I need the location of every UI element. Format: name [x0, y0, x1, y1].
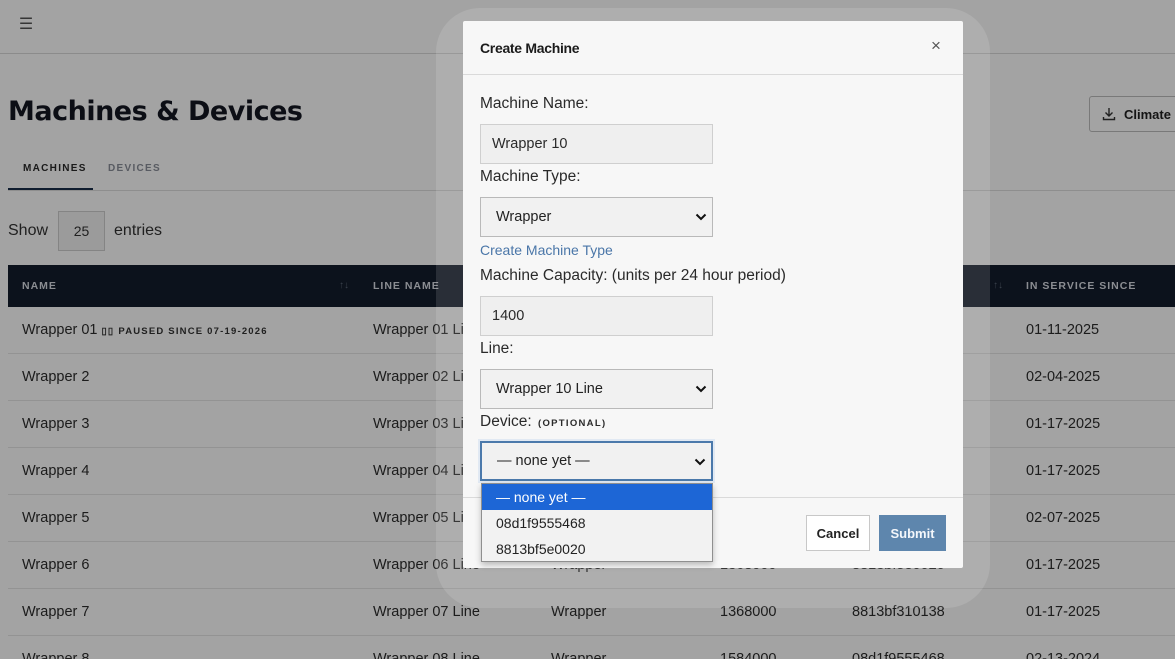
dropdown-option-device[interactable]: 8813bf5e0020: [482, 536, 712, 562]
line-select[interactable]: Wrapper 10 Line: [480, 369, 713, 409]
machine-name-label: Machine Name:: [480, 95, 589, 112]
machine-type-label: Machine Type:: [480, 168, 581, 185]
cancel-button[interactable]: Cancel: [806, 515, 870, 551]
machine-type-select[interactable]: Wrapper: [480, 197, 713, 237]
machine-name-input[interactable]: Wrapper 10: [480, 124, 713, 164]
capacity-input[interactable]: 1400: [480, 296, 713, 336]
device-select[interactable]: — none yet —: [478, 439, 715, 483]
chevron-down-icon: [695, 385, 707, 393]
chevron-down-icon: [695, 213, 707, 221]
close-icon[interactable]: ×: [931, 37, 941, 54]
device-dropdown-list: — none yet — 08d1f9555468 8813bf5e0020: [481, 483, 713, 562]
device-label-text: Device:: [480, 413, 532, 430]
machine-type-value: Wrapper: [496, 209, 552, 225]
line-label: Line:: [480, 340, 514, 357]
device-value: — none yet —: [497, 453, 590, 469]
create-machine-type-link[interactable]: Create Machine Type: [480, 242, 613, 258]
submit-button[interactable]: Submit: [879, 515, 946, 551]
dropdown-option-none[interactable]: — none yet —: [482, 484, 712, 510]
chevron-down-icon: [694, 458, 706, 466]
device-label: Device: (OPTIONAL): [480, 413, 606, 431]
dialog-header: Create Machine ×: [463, 21, 963, 75]
dialog-title: Create Machine: [480, 40, 580, 56]
line-value: Wrapper 10 Line: [496, 381, 603, 397]
capacity-label: Machine Capacity: (units per 24 hour per…: [480, 267, 786, 284]
optional-tag: (OPTIONAL): [538, 418, 607, 429]
dropdown-option-device[interactable]: 08d1f9555468: [482, 510, 712, 536]
